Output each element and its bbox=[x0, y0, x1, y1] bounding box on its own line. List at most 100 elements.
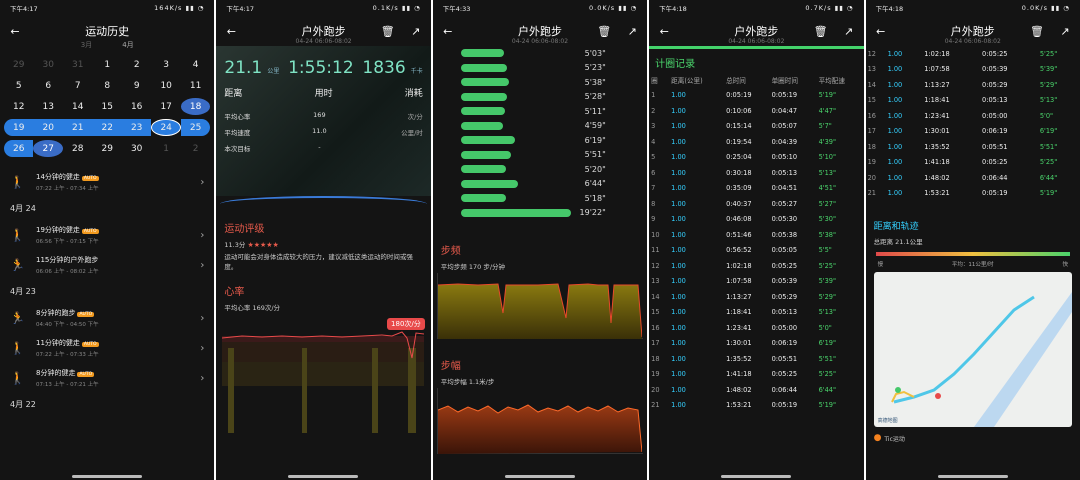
calendar-day[interactable]: 30 bbox=[122, 140, 151, 157]
calendar-day[interactable]: 6 bbox=[33, 77, 62, 94]
lap-cell: 0:51:46 bbox=[726, 230, 752, 239]
pace-bar-track bbox=[460, 194, 571, 203]
calendar-day[interactable]: 12 bbox=[4, 98, 33, 115]
back-arrow-icon[interactable]: ← bbox=[8, 24, 22, 38]
lap-cell: 2 bbox=[651, 106, 656, 115]
history-item[interactable]: 🚶 8分钟的健走 AUTO 07:13 上午 - 07:21 上午 › bbox=[0, 363, 214, 393]
trash-icon[interactable]: 🗑 bbox=[597, 24, 611, 38]
lap-row: 12 1.00 1:02:18 0:05:25 5'25" bbox=[866, 46, 1080, 62]
calendar-day[interactable]: 3 bbox=[151, 56, 180, 73]
back-arrow-icon[interactable]: ← bbox=[441, 24, 455, 38]
laps-column-header: 距离(公里) bbox=[671, 76, 703, 85]
history-item[interactable]: 🚶 19分钟的健走 AUTO 06:56 下午 - 07:15 下午 › bbox=[0, 220, 214, 250]
lap-cell: 1:41:18 bbox=[924, 158, 950, 167]
calendar-day[interactable]: 20 bbox=[33, 119, 63, 136]
share-icon[interactable]: ↗ bbox=[409, 24, 423, 38]
calendar-day[interactable]: 9 bbox=[122, 77, 151, 94]
lap-cell: 1:30:01 bbox=[924, 127, 950, 136]
distance-unit: 公里 bbox=[267, 68, 280, 75]
back-arrow-icon[interactable]: ← bbox=[657, 24, 671, 38]
status-time: 下午4:17 bbox=[10, 5, 38, 13]
calendar-day[interactable]: 30 bbox=[33, 56, 62, 73]
share-icon[interactable]: ↗ bbox=[1058, 24, 1072, 38]
calendar-day[interactable]: 27 bbox=[33, 140, 63, 157]
back-arrow-icon[interactable]: ← bbox=[874, 24, 888, 38]
calendar-day[interactable]: 24 bbox=[151, 119, 181, 136]
calendar-day[interactable]: 22 bbox=[92, 119, 122, 136]
page-subtitle: 04-24 06:06-08:02 bbox=[511, 38, 569, 45]
chevron-right-icon: › bbox=[200, 312, 205, 324]
calendar-day[interactable]: 13 bbox=[33, 98, 62, 115]
calendar-day[interactable]: 7 bbox=[63, 77, 92, 94]
calendar-day[interactable]: 8 bbox=[92, 77, 121, 94]
history-item[interactable]: 🏃 8分钟的跑步 AUTO 04:40 下午 - 04:50 下午 › bbox=[0, 303, 214, 333]
trash-icon[interactable]: 🗑 bbox=[381, 24, 395, 38]
laps-title: 计圈记录 bbox=[655, 59, 696, 70]
pace-bar-track bbox=[460, 165, 571, 174]
pace-row: 5'38" bbox=[441, 75, 639, 90]
calendar-day[interactable]: 28 bbox=[63, 140, 92, 157]
status-icons: 0.0K/s ▮▮ ◔ bbox=[1021, 4, 1070, 12]
calendar-day[interactable]: 19 bbox=[4, 119, 34, 136]
calendar-day[interactable]: 31 bbox=[63, 56, 92, 73]
lap-cell: 3 bbox=[651, 122, 656, 131]
trash-icon[interactable]: 🗑 bbox=[1030, 24, 1044, 38]
calendar-day[interactable]: 2 bbox=[181, 140, 210, 157]
lap-row: 7 1.00 0:35:09 0:04:51 4'51" bbox=[649, 181, 863, 197]
lap-cell: 0:05:30 bbox=[771, 215, 798, 224]
lap-cell: 5'0" bbox=[818, 323, 832, 332]
lap-cell: 0:05:38 bbox=[771, 230, 798, 239]
pace-bar-track bbox=[460, 92, 571, 101]
calendar-day[interactable]: 10 bbox=[151, 77, 180, 94]
calendar-day[interactable]: 23 bbox=[121, 119, 152, 136]
lap-cell: 5'0" bbox=[1039, 111, 1054, 120]
calendar-day[interactable]: 26 bbox=[4, 140, 34, 157]
lap-cell: 4'51" bbox=[818, 184, 836, 193]
pace-bar bbox=[460, 179, 519, 188]
lap-cell: 5'5" bbox=[818, 246, 832, 255]
calendar-day[interactable]: 5 bbox=[4, 77, 33, 94]
calendar-day[interactable]: 15 bbox=[92, 98, 121, 115]
stride-avg: 平均步幅 1.1米/步 bbox=[440, 378, 495, 386]
lap-cell: 0:05:29 bbox=[771, 292, 798, 301]
history-item[interactable]: 🚶 11分钟的健走 AUTO 07:22 上午 - 07:33 上午 › bbox=[0, 333, 214, 363]
lap-cell: 1.00 bbox=[671, 153, 686, 162]
calendar-day[interactable]: 29 bbox=[92, 140, 121, 157]
calendar-day[interactable]: 11 bbox=[181, 77, 210, 94]
calendar-day[interactable]: 14 bbox=[63, 98, 92, 115]
lap-row: 20 1.00 1:48:02 0:06:44 6'44" bbox=[649, 382, 863, 398]
trash-icon[interactable]: 🗑 bbox=[814, 24, 828, 38]
calendar-day[interactable]: 18 bbox=[180, 98, 211, 115]
history-item[interactable]: 🏃 115分钟的户外跑步 06:06 上午 - 08:02 上午 › bbox=[0, 250, 214, 280]
calendar-day[interactable]: 25 bbox=[180, 119, 211, 136]
back-arrow-icon[interactable]: ← bbox=[224, 24, 238, 38]
lap-row: 12 1.00 1:02:18 0:05:25 5'25" bbox=[649, 258, 863, 274]
history-item[interactable]: 🚶 14分钟的健走 AUTO 07:22 上午 - 07:34 上午 › bbox=[0, 167, 214, 197]
lap-row: 17 1.00 1:30:01 0:06:19 6'19" bbox=[649, 336, 863, 352]
share-icon[interactable]: ↗ bbox=[625, 24, 639, 38]
calendar-day[interactable]: 29 bbox=[4, 56, 33, 73]
history-list: 🚶 14分钟的健走 AUTO 07:22 上午 - 07:34 上午 › 4月 24 🚶 19… bbox=[0, 167, 214, 416]
calendar-day[interactable]: 1 bbox=[92, 56, 121, 73]
lap-cell: 1:13:27 bbox=[924, 80, 950, 89]
calendar-day[interactable]: 17 bbox=[151, 98, 180, 115]
lap-cell: 1.00 bbox=[887, 127, 903, 136]
lap-cell: 0:05:00 bbox=[982, 111, 1008, 120]
share-icon[interactable]: ↗ bbox=[842, 24, 856, 38]
calendar-day[interactable]: 4 bbox=[181, 56, 210, 73]
history-item-text: 8分钟的跑步 AUTO 04:40 下午 - 04:50 下午 bbox=[28, 308, 200, 328]
calendar-day[interactable]: 2 bbox=[122, 56, 151, 73]
calendar-day[interactable]: 1 bbox=[151, 140, 180, 157]
lap-cell: 0:05:39 bbox=[771, 277, 798, 286]
route-map[interactable]: 高德地图 bbox=[873, 272, 1072, 427]
lap-cell: 16 bbox=[651, 323, 660, 332]
lap-cell: 18 bbox=[651, 354, 660, 363]
lap-cell: 5 bbox=[651, 153, 656, 162]
pace-value: 5'11" bbox=[584, 106, 606, 116]
calendar-day[interactable]: 16 bbox=[122, 98, 151, 115]
lap-cell: 1.00 bbox=[671, 137, 686, 146]
stride-title: 步幅 bbox=[440, 361, 461, 372]
calendar-day[interactable]: 21 bbox=[62, 119, 93, 136]
calendar-grid: 29 30 31 1 2 3 4 5 6 7 8 9 10 11 12 13 14 15 16 17 18 19 20 21 2… bbox=[0, 50, 214, 157]
lap-cell: 5'25" bbox=[1039, 49, 1058, 58]
